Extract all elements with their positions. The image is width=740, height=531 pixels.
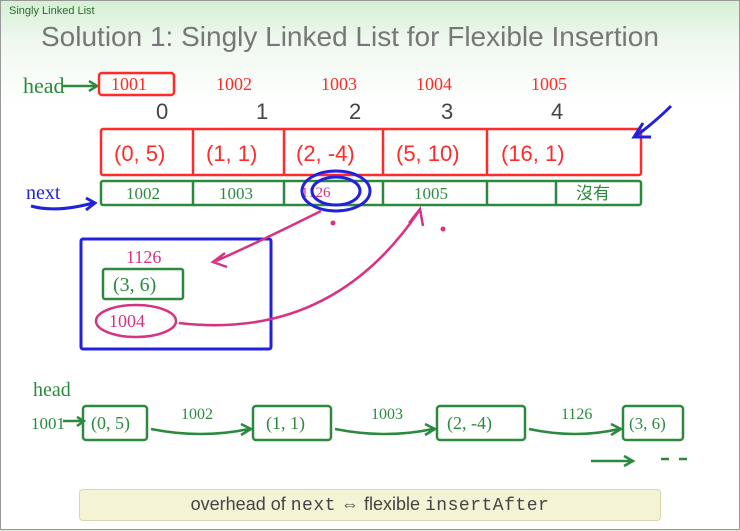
new-node-next: 1004 bbox=[109, 311, 145, 331]
new-node-addr: 1126 bbox=[126, 247, 161, 267]
addr-1: 1002 bbox=[216, 74, 252, 94]
bottom-node-3 bbox=[623, 406, 683, 440]
head-arrow bbox=[63, 81, 97, 91]
bottom-link3: 1126 bbox=[561, 406, 592, 423]
new-node-value: (3, 6) bbox=[113, 274, 156, 296]
bottom-link1: 1002 bbox=[181, 406, 213, 423]
top-breadcrumb: Singly Linked List bbox=[1, 1, 739, 21]
nextptr-none: 沒有 bbox=[576, 184, 610, 203]
bottom-link2: 1003 bbox=[371, 406, 403, 423]
svg-text:(0, 5): (0, 5) bbox=[91, 413, 130, 434]
next-arrow bbox=[31, 198, 95, 210]
cell-4: (16, 1) bbox=[501, 141, 565, 166]
magenta-arrow-2 bbox=[179, 209, 423, 325]
bottom-addr0: 1001 bbox=[31, 414, 65, 433]
cell-2: (2, -4) bbox=[296, 141, 355, 166]
addr-4: 1005 bbox=[531, 74, 567, 94]
bottom-node-0 bbox=[83, 406, 147, 440]
diagram-canvas: head 1001 1002 1003 1004 1005 0 1 2 3 4 … bbox=[1, 1, 740, 531]
addr-0: 1001 bbox=[111, 74, 147, 94]
svg-text:(3, 6): (3, 6) bbox=[629, 414, 666, 433]
next-row bbox=[101, 181, 641, 205]
bottom-node-1 bbox=[253, 406, 331, 440]
array-row bbox=[101, 129, 641, 175]
head-label: head bbox=[23, 73, 65, 98]
head2-label: head bbox=[33, 379, 71, 401]
blue-arrow-icon bbox=[634, 106, 671, 137]
idx-3: 3 bbox=[441, 99, 453, 124]
new-node-box bbox=[81, 239, 271, 349]
idx-2: 2 bbox=[349, 99, 361, 124]
idx-0: 0 bbox=[156, 99, 168, 124]
svg-text:(2, -4): (2, -4) bbox=[447, 413, 492, 434]
cell-1: (1, 1) bbox=[206, 141, 257, 166]
next-label: next bbox=[26, 182, 61, 204]
idx-4: 4 bbox=[551, 99, 563, 124]
cell-3: (5, 10) bbox=[396, 141, 460, 166]
addr-3: 1004 bbox=[416, 74, 452, 94]
cell-0: (0, 5) bbox=[114, 141, 165, 166]
nextptr-1: 1003 bbox=[219, 184, 253, 203]
scribble-addr: 1126 bbox=[301, 185, 331, 201]
page-title: Solution 1: Singly Linked List for Flexi… bbox=[1, 21, 739, 61]
footer-caption: overhead of next ⇔ flexible insertAfter bbox=[79, 489, 661, 521]
bottom-node-2 bbox=[437, 406, 525, 440]
idx-1: 1 bbox=[256, 99, 268, 124]
overwrite-circle bbox=[302, 171, 370, 211]
addr-2: 1003 bbox=[321, 74, 357, 94]
magenta-arrow-1 bbox=[213, 211, 321, 267]
nextptr-3: 1005 bbox=[414, 184, 448, 203]
svg-text:(1, 1): (1, 1) bbox=[266, 413, 305, 434]
nextptr-0: 1002 bbox=[126, 184, 160, 203]
